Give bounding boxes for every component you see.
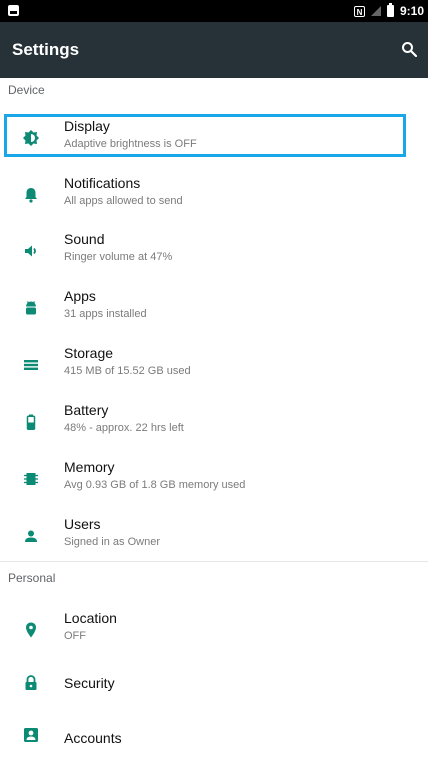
settings-item-accounts[interactable]: Accounts [0,712,428,768]
settings-item-subtitle: OFF [64,630,86,642]
account-icon [22,726,40,744]
section-divider [0,561,428,562]
settings-item-subtitle: 48% - approx. 22 hrs left [64,422,184,434]
signal-icon [370,6,381,16]
selection-highlight [4,114,406,157]
settings-item-subtitle: Ringer volume at 47% [64,251,173,263]
page-title: Settings [12,40,80,59]
image-notification-icon [8,5,19,16]
settings-item-subtitle: Signed in as Owner [64,536,160,548]
battery-icon [22,413,40,431]
status-bar: N 9:10 [0,0,428,22]
settings-item-title: Sound [64,231,105,247]
settings-item-users[interactable]: Users Signed in as Owner [0,506,428,562]
settings-item-title: Location [64,610,117,626]
settings-item-title: Users [64,516,101,532]
section-header-device: Device [8,83,45,97]
clock: 9:10 [399,4,424,18]
search-icon[interactable] [401,41,417,57]
nfc-icon: N [353,5,365,17]
lock-icon [22,674,40,692]
app-bar: Settings [0,22,428,78]
settings-item-title: Storage [64,345,114,361]
settings-item-storage[interactable]: Storage 415 MB of 15.52 GB used [0,335,428,391]
settings-item-apps[interactable]: Apps 31 apps installed [0,278,428,334]
battery-status-icon [386,3,394,17]
settings-item-title: Notifications [64,175,141,191]
settings-item-title: Security [64,675,115,691]
settings-item-subtitle: 31 apps installed [64,308,147,320]
memory-icon [22,470,40,488]
settings-item-subtitle: Avg 0.93 GB of 1.8 GB memory used [64,479,246,491]
settings-item-title: Apps [64,288,96,304]
settings-item-battery[interactable]: Battery 48% - approx. 22 hrs left [0,392,428,448]
settings-item-title: Memory [64,459,115,475]
volume-icon [22,242,40,260]
android-icon [22,299,40,317]
settings-item-memory[interactable]: Memory Avg 0.93 GB of 1.8 GB memory used [0,449,428,505]
settings-item-sound[interactable]: Sound Ringer volume at 47% [0,221,428,277]
bell-icon [22,186,40,204]
settings-item-security[interactable]: Security [0,657,428,713]
settings-item-title: Battery [64,402,109,418]
settings-item-notifications[interactable]: Notifications All apps allowed to send [0,165,428,221]
section-header-personal: Personal [8,571,56,585]
user-icon [22,527,40,545]
location-icon [22,621,40,639]
settings-item-subtitle: All apps allowed to send [64,195,183,207]
settings-item-location[interactable]: Location OFF [0,600,428,656]
storage-icon [22,356,40,374]
settings-item-subtitle: 415 MB of 15.52 GB used [64,365,191,377]
status-icons: N 9:10 [353,0,424,22]
